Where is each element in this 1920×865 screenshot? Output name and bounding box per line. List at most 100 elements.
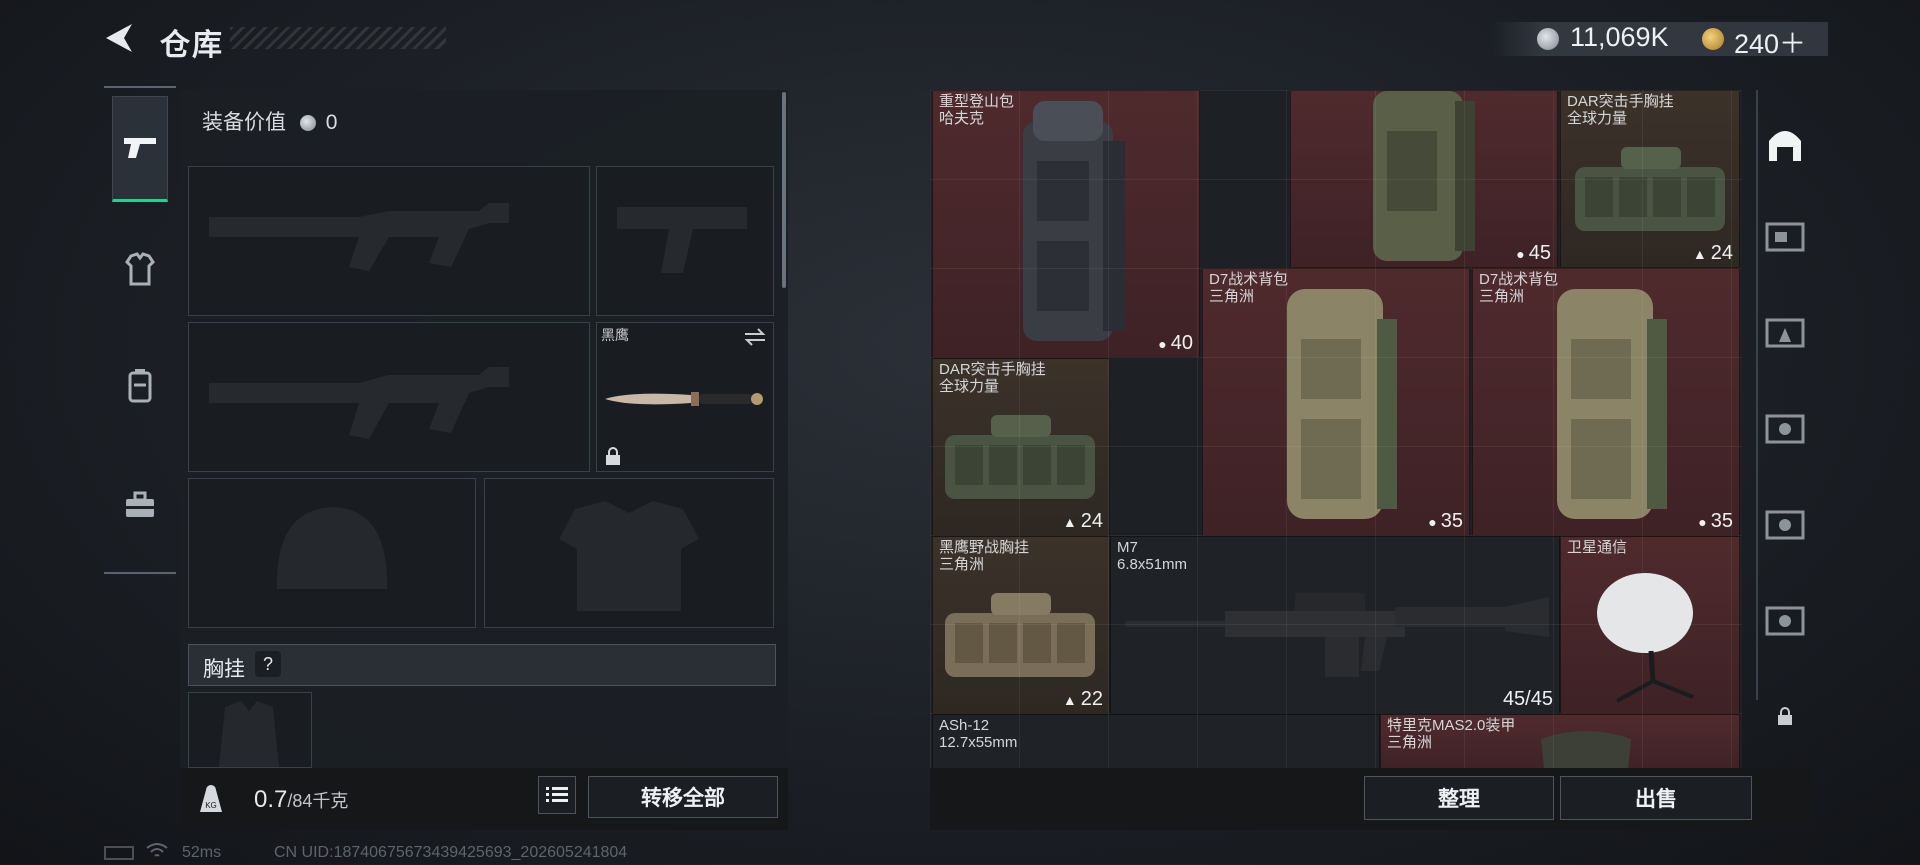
storage-box-icon (1765, 414, 1805, 444)
item-name: DAR突击手胸挂 全球力量 (939, 361, 1046, 395)
item-capacity-value: 24 (1710, 242, 1733, 264)
tab-case[interactable] (112, 452, 168, 558)
item-title: DAR突击手胸挂 (1567, 93, 1674, 110)
item-capacity: ● 40 (1158, 332, 1193, 355)
rifle-icon (1125, 593, 1549, 677)
gold-amount[interactable]: 240＋ (1734, 22, 1806, 61)
back-arrow-icon (106, 24, 132, 52)
item-name: DAR突击手胸挂 全球力量 (1567, 93, 1674, 127)
knife-icon (605, 392, 763, 406)
svg-text:KG: KG (205, 801, 217, 810)
inventory-item[interactable]: DAR突击手胸挂 全球力量 ▲ 24 (932, 358, 1110, 536)
silver-coin-icon (299, 115, 316, 131)
carry-weight: 0.7/84千克 (254, 786, 348, 814)
silver-amount: 11,069K (1570, 22, 1669, 52)
melee-slot[interactable]: 黑鹰 (596, 322, 774, 472)
item-capacity-value: 35 (1710, 510, 1733, 532)
item-subtitle: 12.7x55mm (939, 734, 1018, 751)
item-name: 黑鹰野战胸挂 三角洲 (939, 539, 1029, 573)
inventory-item[interactable]: D7战术背包 三角洲 ● 35 (1472, 268, 1740, 536)
melee-name: 黑鹰 (601, 327, 629, 343)
item-capacity: ● 45 (1516, 242, 1551, 265)
item-name: ASh-12 12.7x55mm (939, 717, 1017, 751)
swap-icon[interactable] (743, 327, 767, 347)
wifi-icon (146, 842, 168, 865)
pistol-icon (124, 138, 156, 158)
armor-silhouette-icon (559, 501, 699, 611)
list-icon (546, 787, 568, 802)
body-armor-slot[interactable] (484, 478, 774, 628)
lock-icon (606, 447, 620, 465)
storage-tab-locked[interactable] (1758, 686, 1812, 746)
item-capacity: ▲ 22 (1063, 688, 1103, 711)
inventory-grid: 重型登山包 哈夫克 ● 40 ● 45 DAR突击手胸挂 全球力量 ▲ 24 D7战术背 (930, 90, 1742, 768)
inventory-item[interactable]: 重型登山包 哈夫克 ● 40 (932, 90, 1200, 358)
inventory-item[interactable]: ASh-12 12.7x55mm (932, 714, 1380, 768)
armor-icon (125, 252, 155, 286)
storage-tab-2[interactable] (1758, 302, 1812, 362)
title-decoration (230, 27, 446, 49)
vest-small-icon: ▲ (1062, 513, 1077, 530)
storage-box-icon (1765, 510, 1805, 540)
storage-box-icon (1765, 318, 1805, 348)
inventory-item[interactable]: 特里克MAS2.0装甲 三角洲 (1380, 714, 1740, 768)
helmet-slot[interactable] (188, 478, 476, 628)
warehouse-tab[interactable] (1758, 114, 1812, 174)
backpack-icon (1373, 91, 1475, 261)
item-name: 特里克MAS2.0装甲 三角洲 (1387, 717, 1515, 751)
secondary-weapon-slot[interactable] (188, 322, 590, 472)
storage-tab-4[interactable] (1758, 494, 1812, 554)
ammo-count: 45/45 (1502, 688, 1553, 710)
lock-icon (1778, 707, 1792, 725)
item-subtitle: 全球力量 (939, 378, 1000, 395)
equipment-scrollbar[interactable] (782, 92, 786, 288)
backpack-small-icon: ● (1698, 513, 1707, 530)
item-title: 卫星通信 (1567, 539, 1628, 556)
backpack-icon (128, 369, 152, 403)
chest-rig-header: 胸挂 ? (188, 644, 776, 686)
rifle-silhouette-icon (209, 367, 509, 439)
storage-tab-1[interactable] (1758, 206, 1812, 266)
item-title: M7 (1117, 539, 1138, 556)
inventory-item[interactable]: DAR突击手胸挂 全球力量 ▲ 24 (1560, 90, 1740, 268)
tab-armor[interactable] (112, 216, 168, 322)
pistol-slot[interactable] (596, 166, 774, 316)
tab-weapons[interactable] (112, 96, 168, 202)
armor-icon (1541, 731, 1631, 768)
tab-backpack[interactable] (112, 332, 168, 438)
inventory-item[interactable]: ● 45 (1290, 90, 1558, 268)
inventory-item[interactable]: 卫星通信 (1560, 536, 1740, 714)
vest-silhouette-icon (219, 701, 279, 767)
silver-coin-icon (1537, 28, 1559, 50)
item-capacity: ● 35 (1428, 510, 1463, 533)
list-view-button[interactable] (538, 776, 576, 814)
vest-small-icon: ▲ (1062, 691, 1077, 708)
item-title: ASh-12 (939, 717, 990, 734)
item-capacity-value: 35 (1440, 510, 1463, 532)
vest-small-icon: ▲ (1692, 245, 1707, 262)
storage-box-icon (1765, 222, 1805, 252)
weight-max: /84千克 (287, 791, 349, 811)
warehouse-icon (1769, 131, 1801, 161)
backpack-small-icon: ● (1428, 513, 1437, 530)
chest-rig-slot[interactable] (188, 692, 312, 768)
sort-button[interactable]: 整理 (1364, 776, 1554, 820)
help-icon[interactable]: ? (255, 651, 281, 677)
storage-tab-3[interactable] (1758, 398, 1812, 458)
user-uid: CN UID:187406756734394256​93_20260524180… (274, 844, 628, 861)
primary-weapon-slot[interactable] (188, 166, 590, 316)
briefcase-icon (126, 491, 154, 517)
chest-rig-icon (945, 415, 1095, 499)
inventory-item[interactable]: M7 6.8x51mm 45/45 (1110, 536, 1560, 714)
page-title: 仓库 (160, 29, 224, 62)
storage-tab-5[interactable] (1758, 590, 1812, 650)
inventory-item[interactable]: D7战术背包 三角洲 ● 35 (1202, 268, 1470, 536)
inventory-item[interactable]: 黑鹰野战胸挂 三角洲 ▲ 22 (932, 536, 1110, 714)
transfer-all-button[interactable]: 转移全部 (588, 776, 778, 818)
sell-button[interactable]: 出售 (1560, 776, 1752, 820)
item-capacity-value: 40 (1170, 332, 1193, 354)
chest-rig-label: 胸挂 (203, 658, 245, 681)
item-name: 重型登山包 哈夫克 (939, 93, 1014, 127)
back-button[interactable] (102, 20, 138, 56)
storage-box-icon (1765, 606, 1805, 636)
